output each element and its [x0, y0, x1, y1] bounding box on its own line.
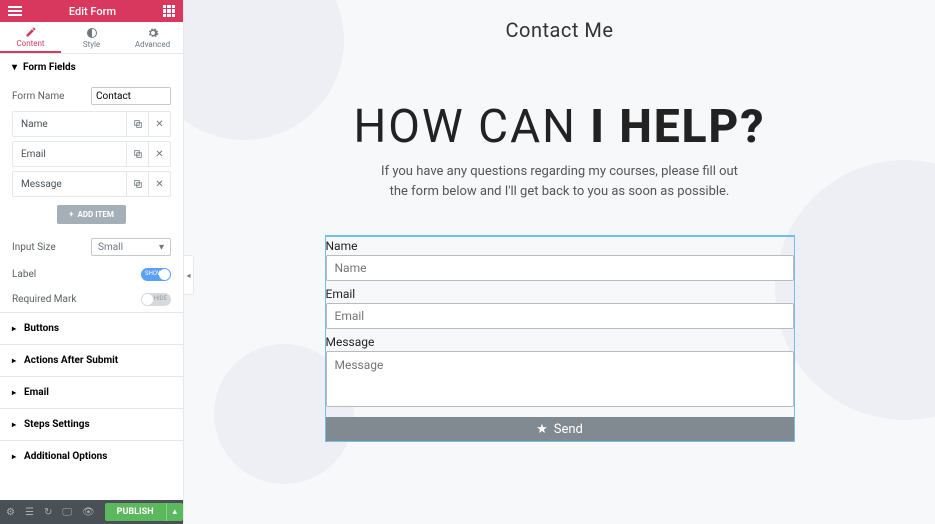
tab-style[interactable]: Style: [61, 22, 122, 53]
form-name-input[interactable]: [91, 87, 171, 105]
caret-right-icon: [12, 451, 16, 462]
responsive-icon[interactable]: 🖵: [62, 507, 72, 518]
row-form-name: Form Name: [0, 81, 183, 111]
section-steps-settings[interactable]: Steps Settings: [0, 408, 183, 440]
field-label-email: Email: [326, 287, 794, 301]
caret-right-icon: [12, 323, 16, 334]
section-additional-options[interactable]: Additional Options: [0, 440, 183, 472]
label-required-mark: Required Mark: [12, 294, 76, 305]
style-icon: [86, 27, 98, 39]
duplicate-icon[interactable]: [126, 172, 148, 196]
tab-advanced[interactable]: Advanced: [122, 22, 183, 53]
tab-content[interactable]: Content: [0, 22, 61, 53]
caret-right-icon: [12, 419, 16, 430]
message-textarea[interactable]: [326, 351, 794, 407]
label-toggle[interactable]: SHOW: [141, 268, 171, 281]
settings-icon[interactable]: ⚙: [6, 507, 15, 518]
chevron-down-icon: ▾: [159, 242, 164, 253]
hero-subtitle: If you have any questions regarding my c…: [353, 162, 765, 201]
remove-icon[interactable]: ✕: [148, 142, 170, 166]
input-size-select[interactable]: Small ▾: [91, 238, 171, 256]
plus-icon: +: [69, 210, 73, 219]
field-item[interactable]: Name ✕: [12, 111, 171, 137]
field-label-message: Message: [326, 335, 794, 349]
hero: HOW CAN I HELP? If you have any question…: [353, 100, 765, 201]
row-label-toggle: Label SHOW: [0, 262, 183, 287]
pencil-icon: [25, 26, 37, 38]
label-label: Label: [12, 269, 36, 280]
form-widget[interactable]: Name Email Message ★ Send: [325, 235, 795, 442]
remove-icon[interactable]: ✕: [148, 172, 170, 196]
history-icon[interactable]: ↻: [44, 507, 52, 518]
gear-icon: [147, 27, 159, 39]
panel-footer: ⚙ ☰ ↻ 🖵 👁 PUBLISH ▴: [0, 500, 183, 524]
editor-sidebar: Edit Form Content Style Advanced ▾ Form …: [0, 0, 184, 524]
panel-title: Edit Form: [69, 5, 116, 18]
preview-area: Contact Me HOW CAN I HELP? If you have a…: [184, 0, 935, 524]
field-label-name: Name: [326, 239, 794, 253]
name-input[interactable]: [326, 255, 794, 281]
field-repeater: Name ✕ Email ✕ Message ✕: [0, 111, 183, 197]
duplicate-icon[interactable]: [126, 142, 148, 166]
caret-right-icon: [12, 355, 16, 366]
required-mark-toggle[interactable]: HIDE: [141, 293, 171, 306]
widgets-grid-icon[interactable]: [163, 5, 175, 17]
section-form-fields[interactable]: ▾ Form Fields: [0, 54, 183, 81]
page-section-title: Contact Me: [506, 18, 614, 42]
label-input-size: Input Size: [12, 242, 56, 253]
menu-icon[interactable]: [8, 6, 22, 16]
send-button[interactable]: ★ Send: [326, 417, 794, 441]
section-buttons[interactable]: Buttons: [0, 312, 183, 344]
panel-header: Edit Form: [0, 0, 183, 22]
email-input[interactable]: [326, 303, 794, 329]
publish-options-button[interactable]: ▴: [166, 503, 184, 521]
remove-icon[interactable]: ✕: [148, 112, 170, 136]
label-form-name: Form Name: [12, 91, 64, 102]
caret-down-icon: ▾: [12, 62, 17, 73]
caret-right-icon: [12, 387, 16, 398]
duplicate-icon[interactable]: [126, 112, 148, 136]
preview-icon[interactable]: 👁: [82, 507, 95, 518]
navigator-icon[interactable]: ☰: [25, 507, 34, 518]
decorative-blob: [775, 160, 935, 420]
row-required-mark: Required Mark HIDE: [0, 287, 183, 312]
section-email[interactable]: Email: [0, 376, 183, 408]
collapse-panel-button[interactable]: ◂: [184, 255, 194, 295]
decorative-blob: [184, 0, 344, 140]
star-icon: ★: [536, 422, 548, 437]
panel-tabs: Content Style Advanced: [0, 22, 183, 54]
field-item[interactable]: Email ✕: [12, 141, 171, 167]
row-input-size: Input Size Small ▾: [0, 232, 183, 262]
field-item[interactable]: Message ✕: [12, 171, 171, 197]
section-actions-after-submit[interactable]: Actions After Submit: [0, 344, 183, 376]
add-item-button[interactable]: + ADD ITEM: [57, 205, 126, 224]
panel-body: ▾ Form Fields Form Name Name ✕ Email ✕ M…: [0, 54, 183, 500]
publish-button[interactable]: PUBLISH: [105, 503, 166, 521]
hero-heading: HOW CAN I HELP?: [353, 100, 765, 154]
